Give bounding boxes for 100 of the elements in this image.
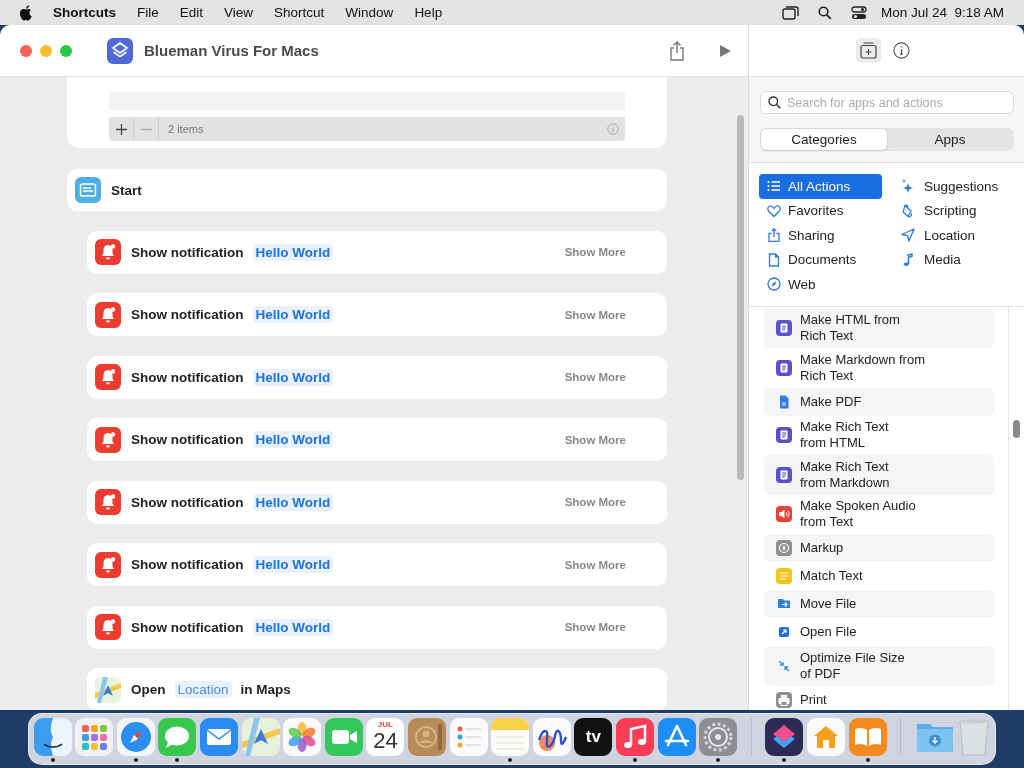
parameter-token[interactable]: Hello World <box>252 556 334 573</box>
flower-icon[interactable] <box>283 718 322 756</box>
action-list-item[interactable]: Make Markdown from Rich Text <box>764 348 994 388</box>
action-title: Show notification <box>131 494 244 510</box>
window-icon <box>75 177 101 203</box>
close-button[interactable] <box>20 44 32 57</box>
layers-icon[interactable] <box>765 718 804 756</box>
action-list-item[interactable]: Markup <box>764 534 994 562</box>
video-camera-icon[interactable] <box>324 718 363 756</box>
action-card[interactable]: Open Location in Maps <box>87 668 667 710</box>
show-more-button[interactable]: Show More <box>564 496 626 508</box>
search-icon[interactable] <box>817 5 832 20</box>
show-more-button[interactable]: Show More <box>564 246 626 258</box>
menu-app-name[interactable]: Shortcuts <box>53 5 116 20</box>
envelope-icon[interactable] <box>200 718 239 756</box>
action-list-item[interactable]: Make HTML from Rich Text <box>764 308 994 348</box>
action-list-item[interactable]: Make PDF <box>764 387 994 416</box>
plus-card-icon <box>860 42 877 59</box>
share-icon <box>767 228 781 243</box>
action-title: Start <box>111 182 142 198</box>
music-note-icon[interactable] <box>616 718 654 756</box>
apple-icon[interactable] <box>19 4 33 21</box>
windows-icon[interactable] <box>781 5 799 20</box>
action-list-item[interactable]: Open File <box>764 618 994 646</box>
parameter-token[interactable]: Hello World <box>252 306 334 323</box>
menu-item[interactable]: View <box>224 5 254 20</box>
segment-tab[interactable]: Categories <box>761 129 887 150</box>
action-list-item[interactable]: Make Spoken Audio from Text <box>764 494 994 534</box>
action-card[interactable]: Show notification Hello World Show More <box>87 293 667 336</box>
gear-icon[interactable] <box>699 718 738 756</box>
squiggle-icon[interactable] <box>532 718 571 756</box>
action-title: Show notification <box>131 307 244 322</box>
action-card[interactable]: Show notification Hello World Show More <box>87 543 667 586</box>
action-card[interactable]: Show notification Hello World Show More <box>87 355 667 399</box>
menu-item[interactable]: Edit <box>179 5 204 20</box>
parameter-token[interactable]: Hello World <box>252 243 334 261</box>
bell-icon <box>95 301 121 328</box>
action-list-item[interactable]: Match Text <box>764 562 994 590</box>
start-card[interactable]: Start <box>67 169 667 211</box>
action-card[interactable]: Show notification Hello World Show More <box>87 605 667 649</box>
parameter-token[interactable]: Hello World <box>252 618 334 636</box>
bell-icon <box>95 614 121 640</box>
checklist-icon[interactable] <box>449 718 488 756</box>
menu-item[interactable]: Window <box>345 5 394 20</box>
action-card[interactable]: Show notification Hello World Show More <box>87 418 667 461</box>
compass-icon[interactable] <box>116 718 155 756</box>
menu-item[interactable]: Shortcut <box>274 5 325 20</box>
book-icon[interactable] <box>848 718 887 756</box>
segment-tab[interactable]: Apps <box>887 129 1013 150</box>
category-item[interactable]: Web <box>759 272 882 297</box>
action-list-item[interactable]: Move File <box>764 590 994 618</box>
category-item[interactable]: Suggestions <box>896 174 999 199</box>
play-icon[interactable] <box>719 43 732 58</box>
calendar-icon[interactable]: JUL 24 <box>366 718 405 756</box>
menu-item[interactable]: Help <box>414 5 443 20</box>
action-title: Show notification <box>131 432 244 447</box>
category-item[interactable]: All Actions <box>759 174 882 199</box>
contact-book-icon[interactable] <box>408 718 446 756</box>
scrollbar-thumb[interactable] <box>1013 419 1020 438</box>
category-item[interactable]: Sharing <box>759 223 882 248</box>
search-field[interactable]: Search for apps and actions <box>760 91 1014 114</box>
bell-icon <box>95 489 121 515</box>
menu-clock[interactable]: Mon Jul 24 9:18 AM <box>880 5 1004 20</box>
document-icon <box>767 252 781 267</box>
category-item[interactable]: Media <box>896 247 999 272</box>
show-more-button[interactable]: Show More <box>564 308 626 321</box>
info-icon[interactable] <box>893 42 910 59</box>
action-list-item[interactable]: Make Rich Text from Markdown <box>764 455 994 495</box>
category-item[interactable]: Favorites <box>759 198 882 223</box>
show-more-button[interactable]: Show More <box>564 433 626 446</box>
action-list-item[interactable]: Optimize File Size of PDF <box>764 646 994 686</box>
split-square-icon[interactable] <box>33 718 72 756</box>
minimize-button[interactable] <box>40 44 52 57</box>
speech-bubble-icon[interactable] <box>158 718 197 756</box>
app-store-icon[interactable] <box>657 718 696 756</box>
map-icon[interactable] <box>241 718 280 756</box>
parameter-token[interactable]: Hello World <box>252 493 334 511</box>
zoom-button[interactable] <box>60 44 72 57</box>
category-item[interactable]: Location <box>896 223 999 248</box>
tv-icon[interactable]: tv <box>574 718 613 756</box>
action-title: Show notification <box>131 369 244 385</box>
scrollbar[interactable] <box>737 115 744 480</box>
parameter-token[interactable]: Hello World <box>252 431 334 448</box>
show-more-button[interactable]: Show More <box>564 621 626 633</box>
action-card[interactable]: Show notification Hello World Show More <box>87 480 667 524</box>
parameter-token[interactable]: Hello World <box>252 368 334 386</box>
show-more-button[interactable]: Show More <box>564 558 626 571</box>
window-title: Blueman Virus For Macs <box>144 42 319 59</box>
action-title: in Maps <box>240 682 291 697</box>
app-grid-icon[interactable] <box>75 718 114 756</box>
add-action-button[interactable] <box>856 38 881 63</box>
share-icon[interactable] <box>669 40 685 61</box>
action-card[interactable]: Show notification Hello World Show More <box>87 230 667 274</box>
category-item[interactable]: Scripting <box>896 198 999 223</box>
menu-item[interactable]: File <box>137 5 159 20</box>
show-more-button[interactable]: Show More <box>564 371 626 383</box>
category-item[interactable]: Documents <box>759 247 882 272</box>
action-list-item[interactable]: Print <box>764 685 994 710</box>
control-center-icon[interactable] <box>850 5 867 20</box>
action-list-item[interactable]: Make Rich Text from HTML <box>764 415 994 455</box>
